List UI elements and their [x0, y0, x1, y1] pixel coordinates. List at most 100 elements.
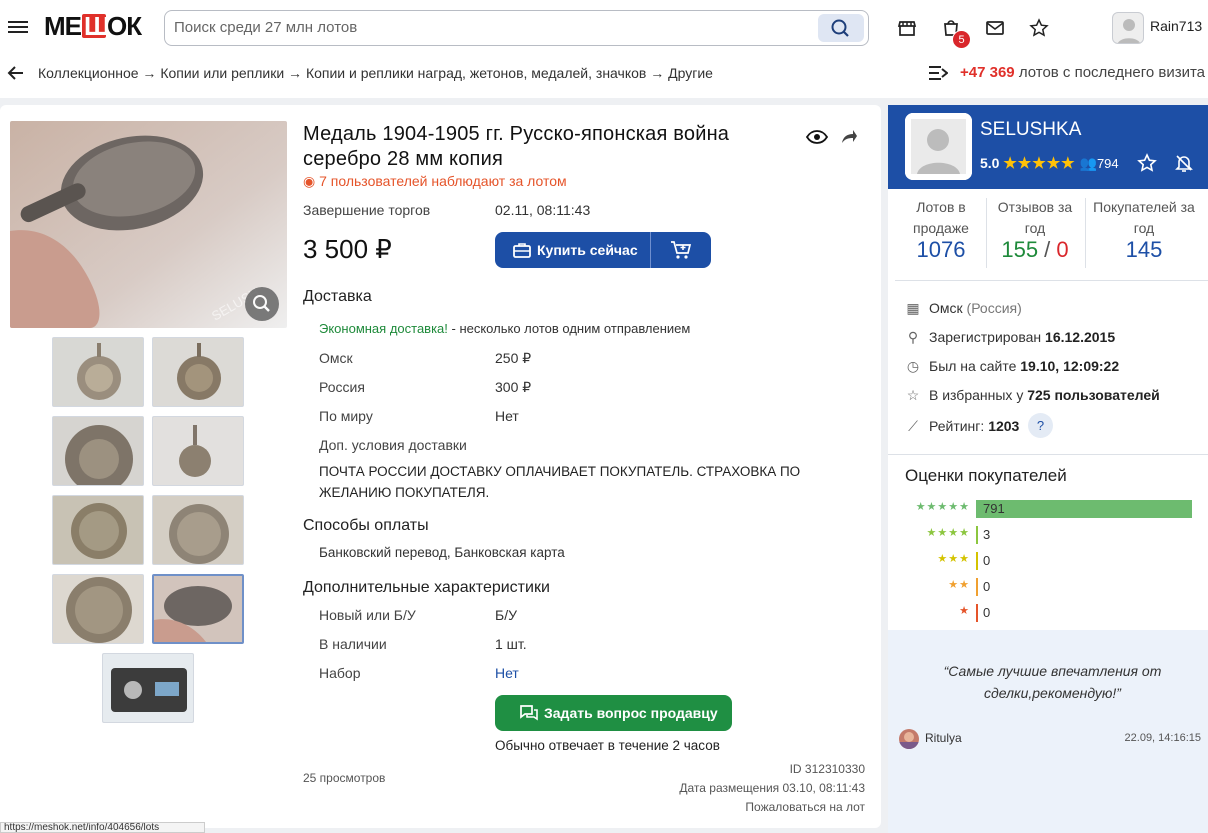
stat-buyers[interactable]: Покупателей за год 145: [1092, 197, 1196, 261]
char-value-link[interactable]: Нет: [495, 665, 519, 681]
end-label: Завершение торгов: [303, 202, 431, 218]
search-input[interactable]: [174, 19, 794, 36]
econ-delivery-link[interactable]: Экономная доставка!: [319, 321, 448, 336]
eye-icon: ◉: [303, 173, 316, 189]
price: 3 500 ₽: [303, 234, 392, 264]
rating-bar: [976, 500, 1192, 518]
delivery-heading: Доставка: [303, 288, 372, 305]
payment-heading: Способы оплаты: [303, 517, 429, 534]
rating-bar: [976, 604, 978, 622]
thumbnail-1[interactable]: [52, 337, 144, 407]
char-value: Б/У: [495, 607, 517, 623]
seller-last-seen: ◷ Был на сайте 19.10, 12:09:22: [906, 358, 1120, 374]
thumbnail-7[interactable]: [52, 574, 144, 644]
new-lots-list-icon[interactable]: [928, 64, 948, 82]
characteristics-heading: Дополнительные характеристики: [303, 579, 550, 596]
seller-avatar[interactable]: [905, 113, 972, 180]
rating-stars: ★: [959, 605, 970, 617]
search-button[interactable]: [818, 14, 864, 42]
seller-favorites: ☆ В избранных у 725 пользователей: [906, 387, 1160, 403]
rating-bar-row[interactable]: ★★★★ 3: [900, 526, 1200, 546]
char-label: Новый или Б/У: [319, 607, 416, 623]
buy-now-button[interactable]: Купить сейчас: [495, 232, 711, 268]
star-outline-icon: ☆: [906, 387, 920, 403]
follow-star-icon[interactable]: [1137, 153, 1157, 173]
watch-eye-icon[interactable]: [806, 128, 828, 146]
rating-count: 0: [983, 605, 991, 620]
extra-conditions-text: ПОЧТА РОССИИ ДОСТАВКУ ОПЛАЧИВАЕТ ПОКУПАТ…: [319, 464, 801, 500]
review-date: 22.09, 14:16:15: [1124, 732, 1201, 744]
rating-bar-row[interactable]: ★ 0: [900, 604, 1200, 624]
rating-bar-row[interactable]: ★★★★★ 791: [900, 500, 1200, 520]
thumbnail-9[interactable]: [102, 653, 194, 723]
ask-seller-button[interactable]: Задать вопрос продавцу: [495, 695, 732, 731]
status-bar-url: https://meshok.net/info/404656/lots: [0, 822, 205, 833]
extra-conditions-label: Доп. условия доставки: [319, 437, 467, 453]
share-icon[interactable]: [840, 128, 858, 146]
lot-id: ID 312310330: [789, 762, 865, 776]
thumbnail-5[interactable]: [52, 495, 144, 565]
thumbnail-8-selected[interactable]: [152, 574, 244, 644]
stat-lots[interactable]: Лотов в продаже 1076: [898, 197, 984, 261]
placed-date: Дата размещения 03.10, 08:11:43: [679, 781, 865, 795]
end-value: 02.11, 08:11:43: [495, 202, 591, 218]
add-to-cart-icon[interactable]: [670, 240, 692, 260]
delivery-row-value: 300 ₽: [495, 379, 532, 395]
econ-delivery: Экономная доставка! - несколько лотов од…: [319, 321, 691, 336]
new-lots-counter[interactable]: +47 369 лотов с последнего визита: [960, 64, 1205, 81]
notify-off-bell-icon[interactable]: [1174, 153, 1194, 173]
rating-bar: [976, 552, 978, 570]
watchers-count[interactable]: ◉ 7 пользователей наблюдают за лотом: [303, 173, 567, 190]
store-icon[interactable]: [897, 18, 917, 38]
lot-title: Медаль 1904-1905 гг. Русско-японская вой…: [303, 123, 730, 170]
rating-stars: ★★★★: [926, 527, 970, 539]
thumbnail-4[interactable]: [152, 416, 244, 486]
person-icon: ⚲: [907, 329, 919, 345]
clock-icon: ◷: [906, 358, 920, 374]
seller-name[interactable]: SELUSHKA: [980, 119, 1081, 141]
rating-bar: [976, 578, 978, 596]
back-arrow-icon[interactable]: [7, 64, 25, 82]
delivery-row-label: Омск: [319, 350, 353, 366]
followers-icon: 👥: [1079, 155, 1097, 171]
favorites-star-icon[interactable]: [1029, 18, 1049, 38]
seller-city: ▦ Омск (Россия): [906, 300, 1022, 316]
rating-stars: ★★★★★: [1003, 155, 1076, 172]
rating-bar-row[interactable]: ★★ 0: [900, 578, 1200, 598]
rating-bar: [976, 526, 978, 544]
rating-count: 0: [983, 553, 991, 568]
svg-text:Ш: Ш: [84, 11, 109, 40]
rating-help-button[interactable]: ?: [1028, 413, 1053, 438]
rating-stars: ★★★: [937, 553, 970, 565]
site-logo[interactable]: МЕ Ш ОК: [44, 10, 144, 47]
review-quote: “Самые лучшие впечатления от сделки,реко…: [943, 663, 1162, 701]
views-count: 25 просмотров: [303, 771, 386, 785]
building-icon: ▦: [906, 300, 920, 316]
cart-badge: 5: [952, 30, 971, 49]
delivery-row-label: По миру: [319, 408, 373, 424]
magnifier-icon: [253, 295, 270, 312]
mail-icon[interactable]: [985, 18, 1005, 38]
user-avatar[interactable]: [1112, 12, 1144, 44]
reviewer-avatar[interactable]: [899, 729, 919, 749]
username[interactable]: Rain713: [1150, 18, 1202, 34]
thumbnail-2[interactable]: [152, 337, 244, 407]
search-box: [164, 10, 869, 46]
stat-reviews[interactable]: Отзывов за год 155 / 0: [992, 197, 1078, 261]
rating-stars: ★★: [948, 579, 970, 591]
zoom-button[interactable]: [245, 287, 279, 321]
rating-bar-row[interactable]: ★★★ 0: [900, 552, 1200, 572]
delivery-row-value: Нет: [495, 408, 519, 424]
seller-registered: ⚲ Зарегистрирован 16.12.2015: [905, 329, 1115, 346]
thumbnail-6[interactable]: [152, 495, 244, 565]
rating-count: 791: [983, 501, 1005, 516]
breadcrumb[interactable]: Коллекционное → Копии или реплики → Копи…: [38, 65, 713, 81]
char-label: В наличии: [319, 636, 387, 652]
menu-icon[interactable]: [8, 18, 28, 36]
complain-link[interactable]: Пожаловаться на лот: [745, 800, 865, 814]
reviewer-name[interactable]: Ritulya: [925, 731, 962, 745]
thumbnail-3[interactable]: [52, 416, 144, 486]
chat-icon: [520, 705, 538, 721]
svg-text:ОК: ОК: [107, 11, 142, 40]
rating-count: 0: [983, 579, 991, 594]
